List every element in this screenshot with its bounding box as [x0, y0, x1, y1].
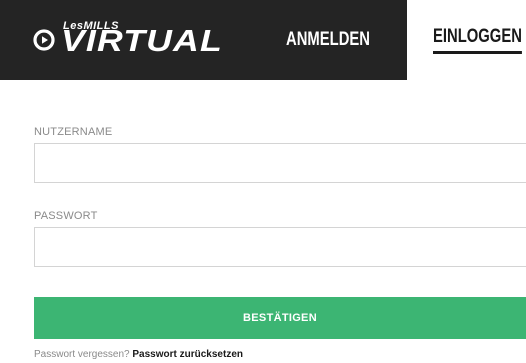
password-label: PASSWORT [34, 210, 98, 222]
play-circle-icon [33, 29, 55, 51]
submit-button[interactable]: BESTÄTIGEN [34, 297, 526, 339]
lesmills-virtual-logo[interactable]: LesMILLS VIRTUAL [33, 18, 233, 62]
reset-password-link[interactable]: Passwort zurücksetzen [132, 349, 243, 360]
tab-register-label: ANMELDEN [286, 29, 370, 50]
forgot-password-row: Passwort vergessen? Passwort zurücksetze… [34, 349, 243, 360]
tab-login[interactable]: EINLOGGEN [433, 0, 522, 80]
tab-register[interactable]: ANMELDEN [286, 0, 370, 80]
username-label: NUTZERNAME [34, 126, 113, 138]
password-input[interactable] [34, 227, 526, 267]
username-input[interactable] [34, 143, 526, 183]
tab-login-label: EINLOGGEN [433, 26, 522, 54]
logo-product-text: VIRTUAL [61, 23, 223, 58]
top-navigation-bar: LesMILLS VIRTUAL ANMELDEN EINLOGGEN [0, 0, 526, 80]
forgot-password-question: Passwort vergessen? [34, 349, 130, 360]
